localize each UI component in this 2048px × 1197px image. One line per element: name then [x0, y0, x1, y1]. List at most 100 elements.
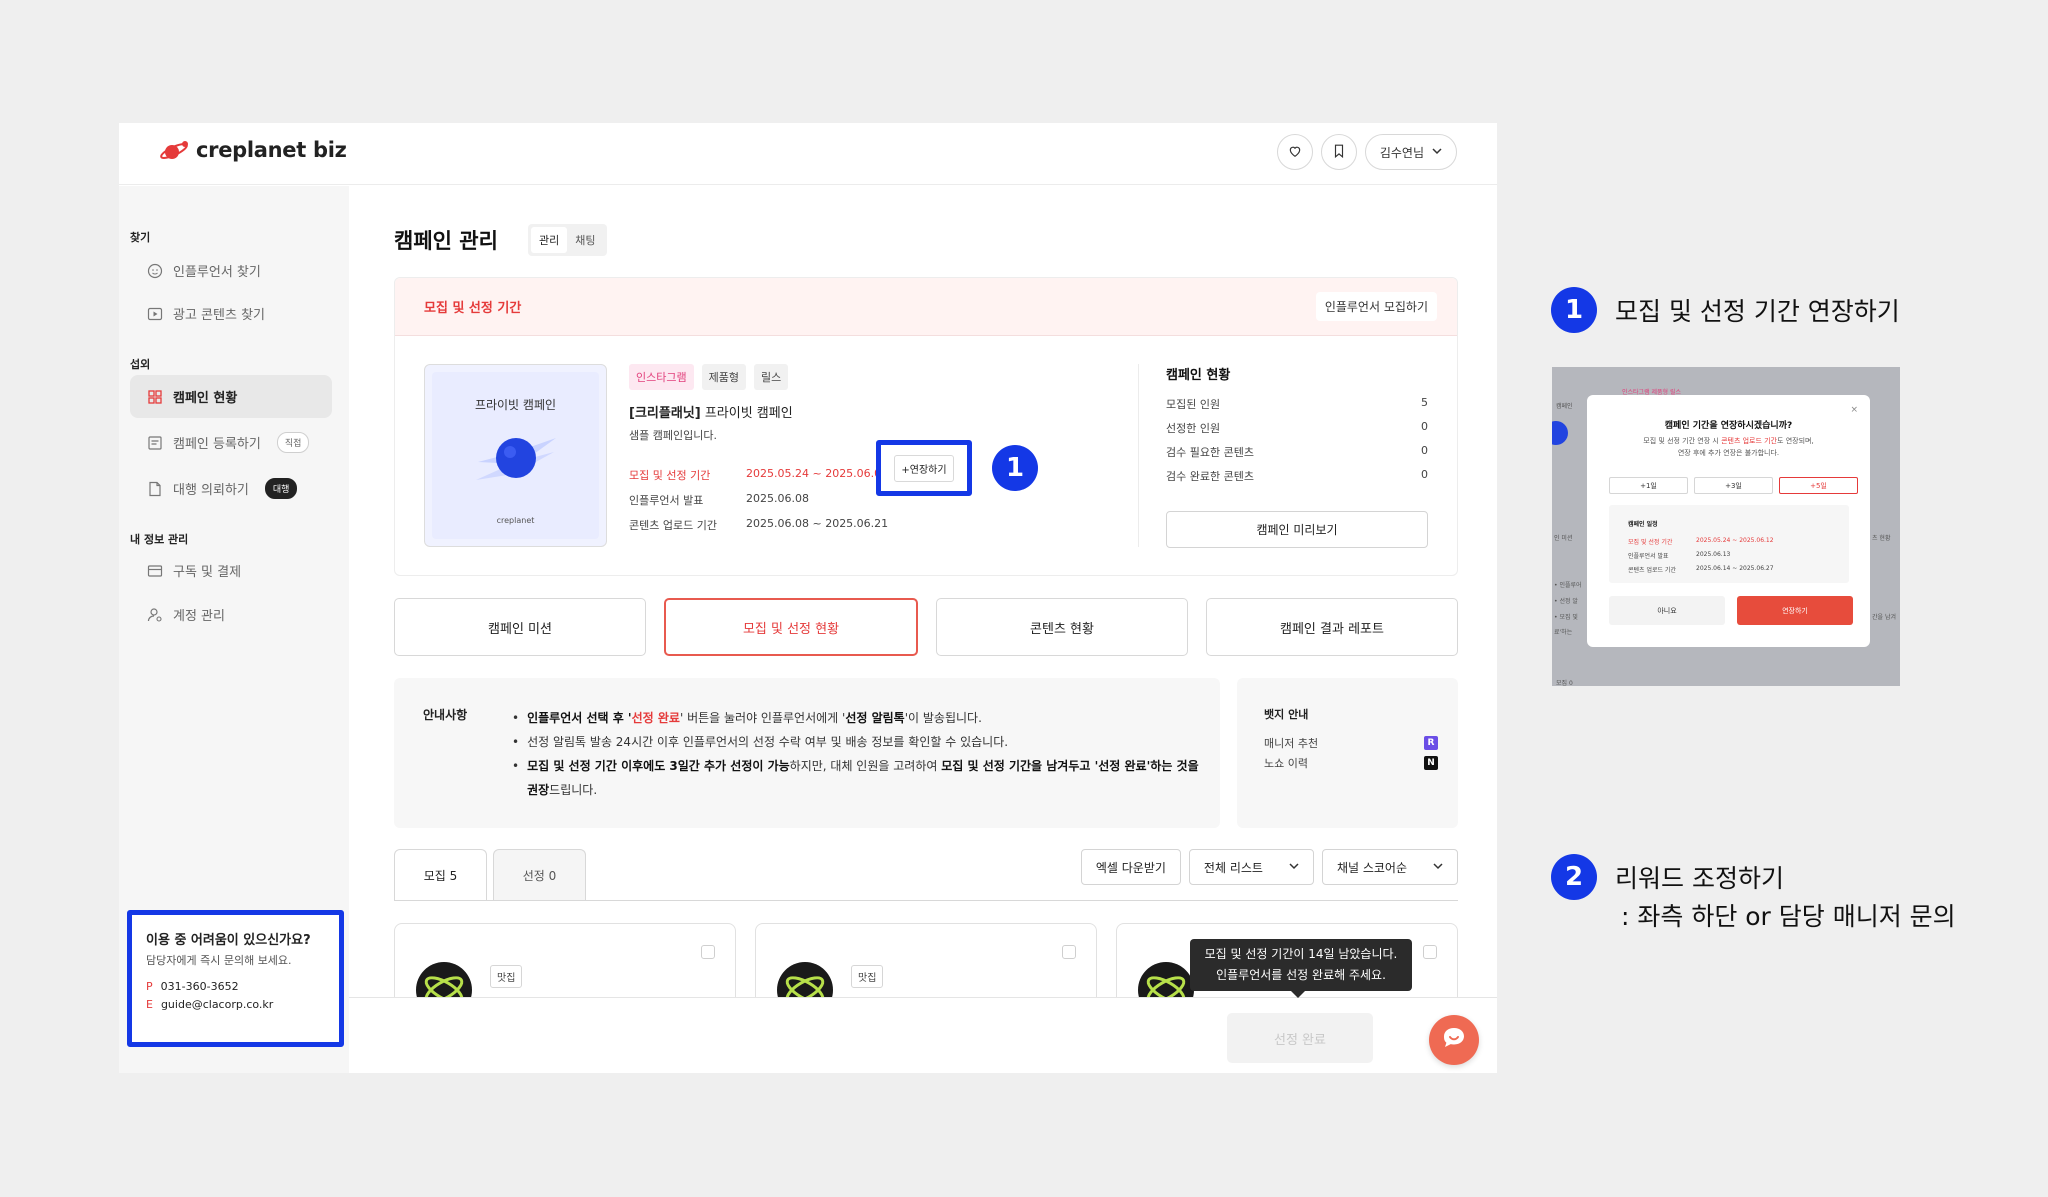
- notice-text: '이 발송됩니다.: [904, 711, 982, 725]
- top-actions: 김수연님: [1276, 134, 1457, 170]
- close-icon[interactable]: ×: [1850, 405, 1858, 415]
- tag-instagram: 인스타그램: [629, 364, 694, 390]
- option-3-days[interactable]: +3일: [1694, 477, 1773, 494]
- notice-text: 인플루언서 선택 후 ': [527, 711, 632, 725]
- option-1-day[interactable]: +1일: [1609, 477, 1688, 494]
- sidebar-item-label: 캠페인 등록하기: [173, 437, 261, 452]
- sidebar-item-label: 인플루언서 찾기: [173, 265, 261, 280]
- backdrop-text: 인 미션: [1554, 535, 1573, 542]
- notice-title: 안내사항: [423, 708, 468, 722]
- campaign-status-title: 캠페인 현황: [1166, 368, 1231, 383]
- recommend-badge: R: [1424, 736, 1438, 750]
- tab-recruited[interactable]: 모집 5: [394, 849, 487, 901]
- notice-text: ' 버튼을 눌러야 인플루언서에게 ': [679, 711, 846, 725]
- sidebar-item-request-agency[interactable]: 대행 의뢰하기 대행: [130, 467, 332, 510]
- sidebar-item-label: 대행 의뢰하기: [173, 483, 249, 498]
- list-tabs: 모집 5 선정 0: [394, 849, 586, 901]
- modal-desc-highlight: 콘텐츠 업로드 기간: [1721, 437, 1778, 445]
- tab-campaign-mission[interactable]: 캠페인 미션: [394, 598, 646, 656]
- tag-reels: 릴스: [753, 364, 789, 390]
- notice-text: 하지만, 대체 인원을 고려하여: [789, 759, 942, 773]
- sidebar-item-register-campaign[interactable]: 캠페인 등록하기 직접: [130, 421, 332, 464]
- top-bar: creplanet biz 김수연님: [119, 123, 1497, 185]
- badge-label: 매니저 추천: [1264, 737, 1319, 750]
- segment-chat[interactable]: 채팅: [567, 227, 603, 253]
- tool-label: 채널 스코어순: [1336, 860, 1407, 875]
- modal-no-button[interactable]: 아니요: [1609, 596, 1725, 625]
- user-name: 김수연님: [1379, 145, 1424, 160]
- sidebar-item-find-influencer[interactable]: 인플루언서 찾기: [130, 249, 332, 292]
- selection-done-button[interactable]: 선정 완료: [1227, 1013, 1373, 1063]
- sidebar-item-label: 계정 관리: [173, 609, 225, 624]
- select-checkbox[interactable]: [701, 945, 715, 959]
- select-checkbox[interactable]: [1062, 945, 1076, 959]
- card-icon: [147, 563, 163, 579]
- info-row-upload-period: 콘텐츠 업로드 기간 2025.06.08 ~ 2025.06.21: [629, 517, 888, 533]
- tab-content-status[interactable]: 콘텐츠 현황: [936, 598, 1188, 656]
- tab-selected[interactable]: 선정 0: [493, 849, 586, 901]
- notice-item-2: • 선정 알림톡 발송 24시간 이후 인플루언서의 선정 수락 여부 및 배송…: [512, 730, 1202, 754]
- thumbnail-title: 프라이빗 캠페인: [474, 398, 557, 412]
- badge-row-recommend: 매니저 추천 R: [1264, 735, 1438, 751]
- modal-extend-button[interactable]: 연장하기: [1737, 596, 1853, 625]
- info-value: 2025.06.08 ~ 2025.06.21: [746, 517, 889, 530]
- chat-icon: [1440, 1025, 1468, 1055]
- user-menu-button[interactable]: 김수연님: [1364, 134, 1457, 170]
- play-icon: [147, 306, 163, 322]
- annotation-badge-1: 1: [992, 445, 1038, 491]
- status-label: 검수 필요한 콘텐츠: [1166, 446, 1254, 459]
- face-icon: [147, 263, 163, 279]
- sidebar-item-campaign-status[interactable]: 캠페인 현황: [130, 375, 332, 418]
- status-row-recruited: 모집된 인원 5: [1166, 396, 1428, 412]
- schedule-label: 모집 및 선정 기간: [1628, 539, 1673, 546]
- sidebar-item-find-content[interactable]: 광고 콘텐츠 찾기: [130, 292, 332, 335]
- info-label: 인플루언서 발표: [629, 494, 704, 507]
- category-tag: 맛집: [851, 965, 884, 988]
- schedule-value: 2025.05.24 ~ 2025.06.12: [1696, 537, 1774, 544]
- sidebar-section-my-info: 내 정보 관리: [130, 533, 189, 546]
- info-label: 모집 및 선정 기간: [629, 469, 711, 482]
- info-row-announce: 인플루언서 발표 2025.06.08: [629, 492, 809, 508]
- annotation-1-badge: 1: [1551, 287, 1597, 333]
- notice-item-3: • 모집 및 선정 기간 이후에도 3일간 추가 선정이 가능하지만, 대체 인…: [512, 759, 1199, 797]
- sidebar-section-recruit: 섭외: [130, 358, 151, 371]
- chat-button[interactable]: [1429, 1015, 1479, 1065]
- help-email[interactable]: E guide@clacorp.co.kr: [146, 998, 325, 1011]
- app-window: creplanet biz 김수연님 찾기 인플루언서 찾기 광고 콘텐츠 찾기…: [119, 123, 1497, 1073]
- annotation-2-badge: 2: [1551, 854, 1597, 900]
- segment-manage[interactable]: 관리: [531, 227, 568, 253]
- excel-download-button[interactable]: 엑셀 다운받기: [1080, 849, 1181, 885]
- help-title: 이용 중 어려움이 있으신가요?: [146, 933, 311, 948]
- tool-label: 엑셀 다운받기: [1095, 860, 1166, 875]
- campaign-preview-button[interactable]: 캠페인 미리보기: [1166, 511, 1428, 548]
- page-title: 캠페인 관리: [394, 229, 498, 253]
- extend-options: +1일 +3일 +5일: [1609, 477, 1858, 494]
- sidebar-item-account[interactable]: 계정 관리: [130, 593, 332, 636]
- favorite-button[interactable]: [1276, 134, 1313, 170]
- planet-logo-icon: [160, 138, 190, 162]
- status-label: 모집된 인원: [1166, 398, 1221, 411]
- help-phone[interactable]: P 031-360-3652: [146, 980, 325, 993]
- modal-description: 모집 및 선정 기간 연장 시 콘텐츠 업로드 기간도 연장되며, 연장 후에 …: [1587, 435, 1870, 459]
- sidebar-item-subscription[interactable]: 구독 및 결제: [130, 549, 332, 592]
- tab-recruit-status[interactable]: 모집 및 선정 현황: [664, 598, 918, 656]
- sort-select[interactable]: 채널 스코어순: [1321, 849, 1458, 885]
- chevron-down-icon: [1433, 860, 1443, 874]
- email-key: E: [146, 998, 153, 1011]
- logo[interactable]: creplanet biz: [160, 138, 347, 162]
- phone-key: P: [146, 980, 153, 993]
- recruit-influencer-button[interactable]: 인플루언서 모집하기: [1315, 292, 1437, 321]
- filter-list-select[interactable]: 전체 리스트: [1188, 849, 1314, 885]
- option-5-days[interactable]: +5일: [1779, 477, 1858, 494]
- extend-modal: × 캠페인 기간을 연장하시겠습니까? 모집 및 선정 기간 연장 시 콘텐츠 …: [1587, 395, 1870, 647]
- tab-result-report[interactable]: 캠페인 결과 레포트: [1206, 598, 1458, 656]
- deadline-tooltip: 모집 및 선정 기간이 14일 남았습니다. 인플루언서를 선정 완료해 주세요…: [1190, 939, 1412, 998]
- select-checkbox[interactable]: [1423, 945, 1437, 959]
- extend-period-button[interactable]: +연장하기: [894, 454, 954, 482]
- modal-buttons: 아니요 연장하기: [1609, 596, 1853, 625]
- modal-desc-text: 도 연장되며,: [1777, 437, 1814, 445]
- badge-info-box: 뱃지 안내 매니저 추천 R 노쇼 이력 N: [1237, 678, 1458, 828]
- bookmark-button[interactable]: [1320, 134, 1357, 170]
- user-gear-icon: [147, 607, 163, 623]
- backdrop-planet-icon: [1552, 421, 1568, 445]
